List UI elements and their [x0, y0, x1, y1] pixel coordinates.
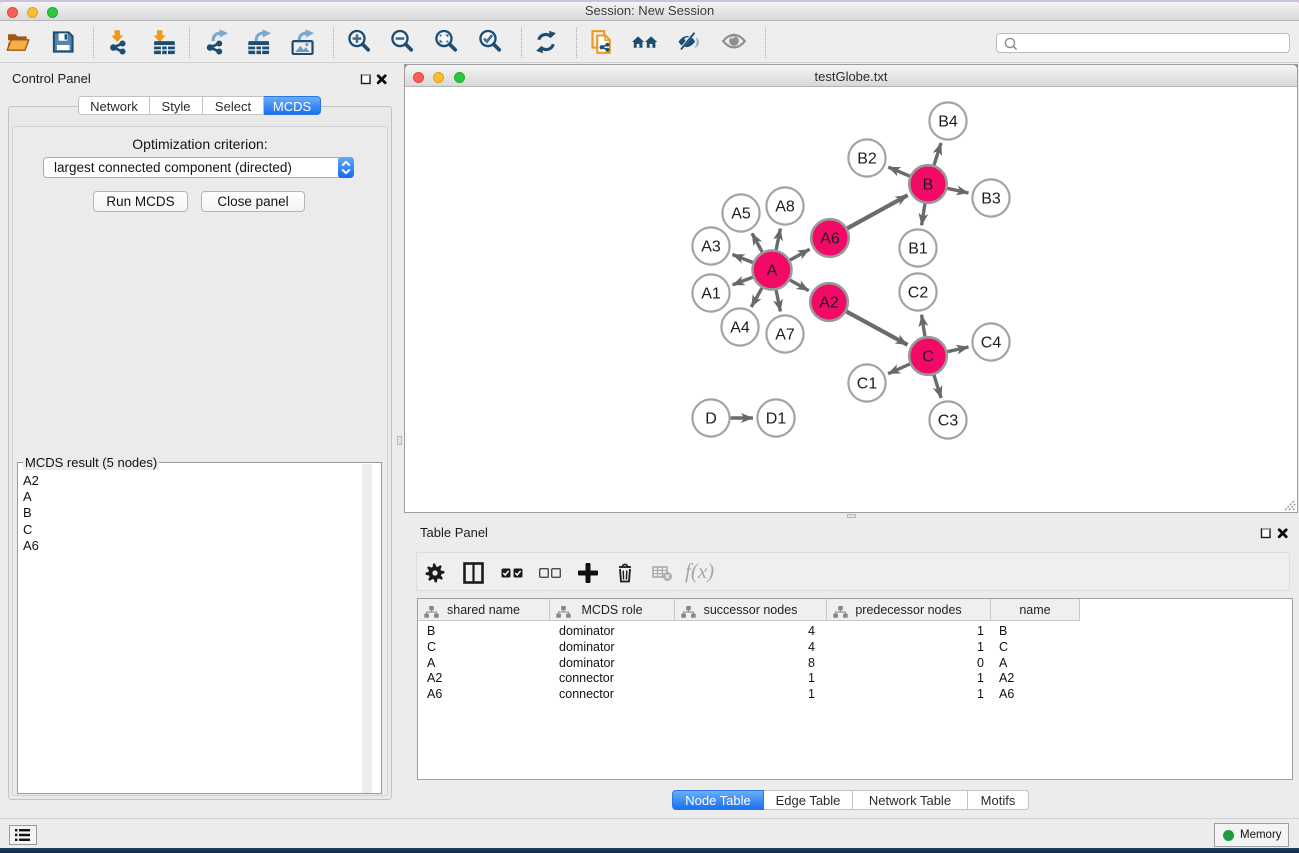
svg-text:A1: A1 — [701, 286, 721, 303]
svg-text:C2: C2 — [908, 285, 929, 302]
svg-text:B4: B4 — [938, 114, 958, 131]
svg-text:B3: B3 — [981, 191, 1001, 208]
svg-text:B: B — [923, 177, 934, 194]
svg-text:A3: A3 — [701, 239, 721, 256]
svg-text:C1: C1 — [857, 376, 878, 393]
svg-text:A6: A6 — [820, 231, 840, 248]
svg-text:C3: C3 — [938, 413, 959, 430]
svg-text:A: A — [767, 263, 778, 280]
svg-text:C: C — [922, 349, 934, 366]
svg-text:A7: A7 — [775, 327, 795, 344]
svg-text:A4: A4 — [730, 320, 750, 337]
svg-text:A2: A2 — [819, 295, 839, 312]
svg-text:D1: D1 — [766, 411, 787, 428]
svg-text:A8: A8 — [775, 199, 795, 216]
svg-text:B1: B1 — [908, 241, 928, 258]
svg-text:D: D — [705, 411, 717, 428]
svg-text:A5: A5 — [731, 206, 751, 223]
svg-text:C4: C4 — [981, 335, 1002, 352]
svg-text:B2: B2 — [857, 151, 877, 168]
